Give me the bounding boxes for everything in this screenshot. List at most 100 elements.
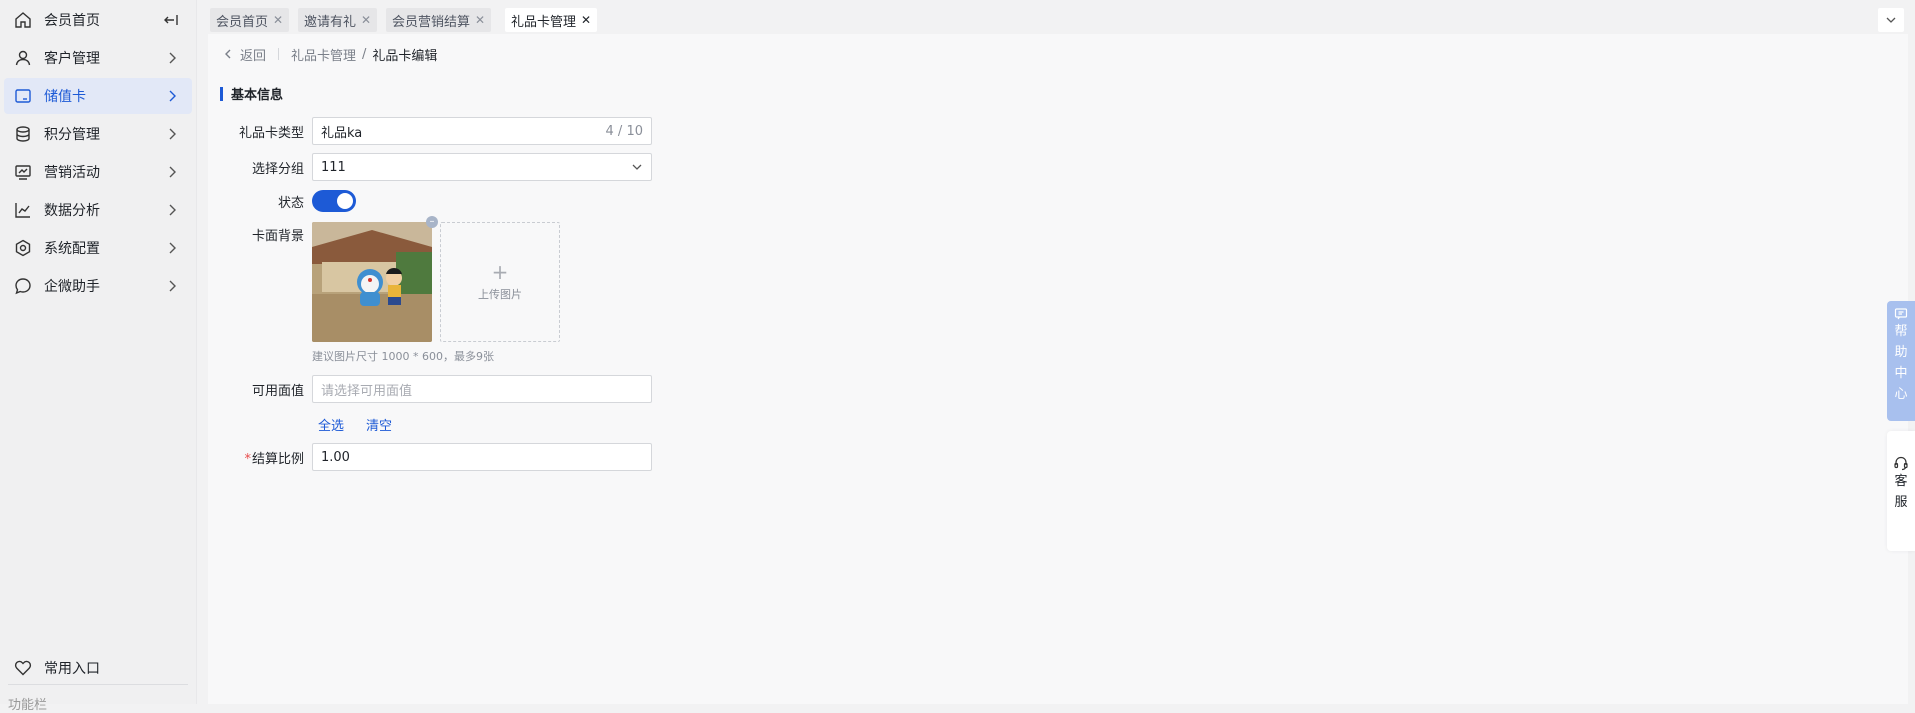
help-char: 帮 — [1894, 324, 1908, 339]
settlement-ratio-label-text: 结算比例 — [251, 451, 304, 467]
breadcrumb: 返回 礼品卡管理 / 礼品卡编辑 — [222, 44, 437, 64]
chevron-right-icon — [164, 202, 180, 218]
sidebar-item-label: 营销活动 — [44, 165, 100, 181]
tab-bar: 会员首页 ✕ 邀请有礼 ✕ 会员营销结算 ✕ 礼品卡管理 ✕ — [208, 8, 1915, 34]
close-icon[interactable]: ✕ — [361, 13, 371, 27]
upload-label: 上传图片 — [478, 288, 522, 301]
plus-icon: + — [491, 260, 509, 284]
collapse-sidebar-icon[interactable] — [162, 11, 180, 29]
chevron-right-icon — [164, 278, 180, 294]
tab-label: 会员营销结算 — [392, 14, 471, 30]
settlement-ratio-value: 1.00 — [321, 449, 350, 465]
sidebar-item-label: 储值卡 — [44, 89, 86, 105]
face-value-label: 可用面值 — [251, 383, 304, 399]
form-row-card-type: 礼品卡类型 礼品ka 4 / 10 — [208, 117, 652, 145]
tab-gift-card-management[interactable]: 礼品卡管理 ✕ — [505, 8, 598, 32]
gear-icon — [14, 239, 32, 257]
form-row-settlement-ratio: *结算比例 1.00 — [208, 443, 652, 471]
close-icon[interactable]: ✕ — [475, 13, 485, 27]
tab-member-marketing-settlement[interactable]: 会员营销结算 ✕ — [386, 8, 492, 32]
service-char: 服 — [1894, 495, 1908, 510]
image-size-hint: 建议图片尺寸 1000 * 600，最多9张 — [312, 350, 494, 363]
sidebar-item-label: 常用入口 — [44, 661, 100, 677]
sidebar-item-favorites[interactable]: 常用入口 — [4, 650, 192, 686]
tab-invite-gift[interactable]: 邀请有礼 ✕ — [298, 8, 378, 32]
group-value: 111 — [321, 159, 346, 175]
message-icon — [1894, 308, 1908, 320]
toggle-knob — [337, 193, 353, 209]
chevron-down-icon — [1886, 17, 1896, 23]
sidebar-item-member-home[interactable]: 会员首页 — [4, 2, 192, 38]
close-icon[interactable]: ✕ — [273, 13, 283, 27]
sidebar-item-label: 系统配置 — [44, 241, 100, 257]
status-toggle[interactable] — [312, 190, 356, 212]
sidebar-item-marketing[interactable]: 营销活动 — [4, 154, 192, 190]
group-label: 选择分组 — [251, 161, 304, 177]
chevron-down-icon — [632, 164, 642, 170]
clear-button[interactable]: 清空 — [366, 415, 392, 434]
back-label: 返回 — [240, 48, 267, 64]
form-row-face-value: 可用面值 请选择可用面值 — [208, 375, 652, 403]
face-value-placeholder: 请选择可用面值 — [321, 383, 413, 399]
sidebar-item-customers[interactable]: 客户管理 — [4, 40, 192, 76]
headset-icon — [1894, 456, 1908, 471]
sidebar-item-wecom-assistant[interactable]: 企微助手 — [4, 268, 192, 304]
line-chart-icon — [14, 201, 32, 219]
home-icon — [14, 11, 32, 29]
sidebar-item-points[interactable]: 积分管理 — [4, 116, 192, 152]
form-row-background: 卡面背景 — [208, 225, 312, 244]
chevron-left-icon — [225, 49, 231, 59]
card-type-label: 礼品卡类型 — [238, 125, 304, 141]
sidebar-item-label: 客户管理 — [44, 51, 100, 67]
sidebar-item-label: 会员首页 — [44, 13, 100, 29]
divider — [8, 684, 188, 685]
section-title-text: 基本信息 — [231, 88, 284, 103]
service-char: 客 — [1894, 474, 1908, 489]
back-button[interactable]: 返回 — [222, 45, 266, 64]
background-label: 卡面背景 — [251, 229, 304, 244]
card-type-input[interactable]: 礼品ka 4 / 10 — [312, 117, 652, 145]
card-type-value: 礼品ka — [321, 125, 363, 141]
tab-member-home[interactable]: 会员首页 ✕ — [210, 8, 290, 32]
main-content: 返回 礼品卡管理 / 礼品卡编辑 基本信息 礼品卡类型 礼品ka 4 / 10 … — [208, 34, 1908, 704]
settlement-ratio-input[interactable]: 1.00 — [312, 443, 652, 471]
tabs-dropdown-button[interactable] — [1878, 8, 1904, 32]
settlement-ratio-label: *结算比例 — [208, 448, 304, 467]
group-select[interactable]: 111 — [312, 153, 652, 181]
tab-label: 会员首页 — [216, 14, 269, 30]
help-char: 中 — [1894, 366, 1908, 381]
breadcrumb-gift-card-management[interactable]: 礼品卡管理 — [291, 45, 356, 64]
tab-label: 邀请有礼 — [304, 14, 357, 30]
chevron-right-icon — [164, 240, 180, 256]
sidebar: 会员首页 客户管理 储值卡 积分管理 营销活动 数据分析 系统配置 企微助手 常… — [0, 0, 197, 713]
user-icon — [14, 49, 32, 67]
help-char: 助 — [1894, 345, 1908, 360]
close-icon[interactable]: ✕ — [581, 13, 591, 27]
help-char: 心 — [1894, 387, 1908, 402]
chevron-right-icon — [164, 88, 180, 104]
background-image-thumbnail[interactable] — [312, 222, 432, 342]
section-accent-bar — [220, 86, 223, 101]
remove-image-button[interactable]: – — [426, 216, 438, 228]
sidebar-item-label: 数据分析 — [44, 203, 100, 219]
sidebar-item-label: 企微助手 — [44, 279, 100, 295]
chevron-right-icon — [164, 164, 180, 180]
sidebar-item-label: 积分管理 — [44, 127, 100, 143]
sidebar-item-analytics[interactable]: 数据分析 — [4, 192, 192, 228]
face-value-select[interactable]: 请选择可用面值 — [312, 375, 652, 403]
database-icon — [14, 125, 32, 143]
form-row-status: 状态 — [208, 190, 356, 212]
sidebar-item-system-config[interactable]: 系统配置 — [4, 230, 192, 266]
tab-label: 礼品卡管理 — [511, 14, 577, 30]
customer-service-button[interactable]: 客 服 — [1887, 431, 1915, 551]
heart-icon — [14, 659, 32, 677]
chevron-right-icon — [164, 50, 180, 66]
upload-image-button[interactable]: + 上传图片 — [440, 222, 560, 342]
card-icon — [14, 87, 32, 105]
select-all-button[interactable]: 全选 — [318, 415, 344, 434]
sidebar-item-stored-value-card[interactable]: 储值卡 — [4, 78, 192, 114]
required-mark: * — [244, 451, 251, 467]
help-center-button[interactable]: 帮 助 中 心 — [1887, 301, 1915, 421]
cartoon-image — [312, 222, 432, 342]
chevron-right-icon — [164, 126, 180, 142]
